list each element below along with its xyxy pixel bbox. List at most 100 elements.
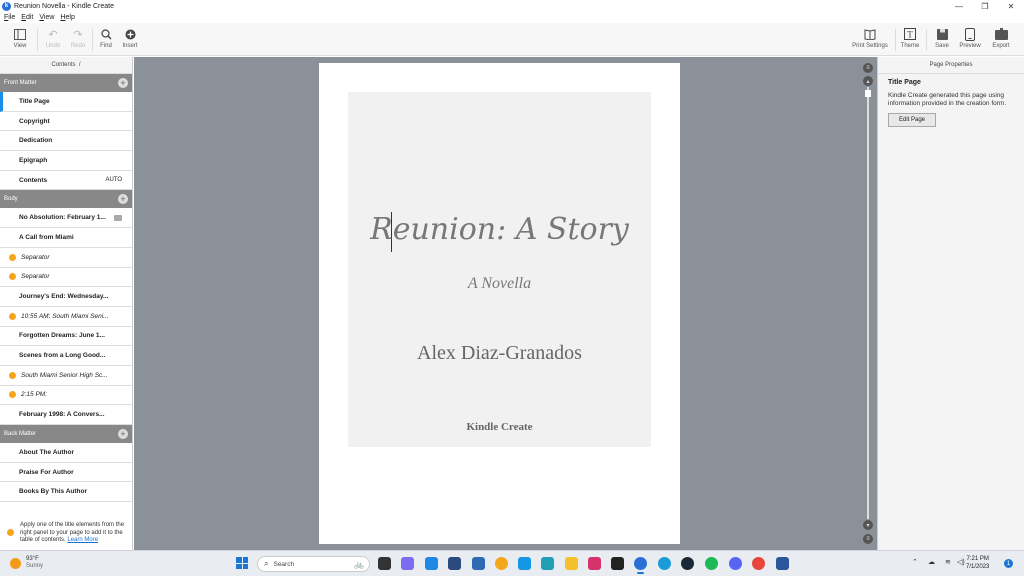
- plus-circle-icon: [125, 27, 136, 41]
- redo-icon: ↷: [73, 28, 83, 41]
- steam-icon[interactable]: [681, 557, 694, 570]
- instagram-icon[interactable]: [588, 557, 601, 570]
- edge-icon[interactable]: [658, 557, 671, 570]
- chrome-icon[interactable]: [752, 557, 765, 570]
- list-item-separator[interactable]: 2:15 PM:: [0, 386, 132, 406]
- list-item-title-page[interactable]: Title Page: [0, 92, 132, 112]
- list-item-praise[interactable]: Praise For Author: [0, 463, 132, 483]
- kindle-create-app-icon: k: [2, 1, 11, 11]
- book-page[interactable]: Reunion: A Story A Novella Alex Diaz-Gra…: [319, 63, 680, 544]
- insert-button[interactable]: Insert: [117, 27, 143, 49]
- scroll-top-icon[interactable]: ≡: [863, 63, 873, 73]
- list-item-separator[interactable]: Separator: [0, 268, 132, 288]
- body-header: Body +: [0, 190, 132, 209]
- app-icon[interactable]: [472, 557, 485, 570]
- minimize-button[interactable]: —: [946, 0, 972, 12]
- system-clock[interactable]: 7:21 PM 7/1/2023: [966, 555, 989, 571]
- redo-button[interactable]: ↷ Redo: [65, 27, 91, 50]
- toc-hint: Apply one of the title elements from the…: [0, 516, 133, 550]
- save-button[interactable]: Save: [929, 27, 955, 49]
- store-icon[interactable]: [448, 557, 461, 570]
- taskbar: 93°F Sunny ⌕ Search 🚲 ⌃ ☁ ≋ ◁) 7:21 PM 7…: [0, 550, 1024, 576]
- edit-page-button[interactable]: Edit Page: [888, 113, 936, 127]
- menu-bar: File Edit View Help: [0, 12, 1024, 23]
- export-button[interactable]: Export: [988, 27, 1014, 49]
- learn-more-link[interactable]: Learn More: [67, 537, 98, 543]
- volume-icon[interactable]: ◁): [957, 558, 965, 566]
- book-publisher[interactable]: Kindle Create: [348, 421, 651, 433]
- list-item-about-author[interactable]: About The Author: [0, 443, 132, 463]
- scroll-up-icon[interactable]: ▴: [863, 76, 873, 86]
- windows-start-icon[interactable]: [236, 557, 248, 569]
- chevron-up-icon[interactable]: ⌃: [912, 558, 918, 566]
- page-properties-header: Page Properties: [878, 57, 1024, 74]
- task-view-icon[interactable]: [378, 557, 391, 570]
- window-title: Reunion Novella - Kindle Create: [14, 2, 114, 10]
- list-item-separator[interactable]: 10:55 AM: South Miami Seni...: [0, 307, 132, 327]
- undo-button[interactable]: ↶ Undo: [40, 27, 66, 50]
- scroll-thumb[interactable]: [865, 90, 871, 97]
- list-item-chapter[interactable]: No Absolution: February 1...: [0, 208, 132, 229]
- book-title[interactable]: Reunion: A Story: [348, 212, 651, 247]
- list-item-chapter[interactable]: Scenes from a Long Good...: [0, 346, 132, 366]
- page-scrollbar[interactable]: ≡ ▴ ▾ ≡: [863, 63, 873, 547]
- list-item-contents[interactable]: Contents AUTO: [0, 171, 132, 191]
- svg-text:T: T: [907, 30, 913, 40]
- list-item-epigraph[interactable]: Epigraph: [0, 151, 132, 171]
- app-icon[interactable]: [518, 557, 531, 570]
- theme-button[interactable]: T Theme: [897, 27, 923, 49]
- teams-chat-icon[interactable]: [401, 557, 414, 570]
- find-button[interactable]: Find: [93, 27, 119, 49]
- save-icon: [936, 27, 948, 41]
- list-item-separator[interactable]: South Miami Senior High Sc...: [0, 366, 132, 386]
- list-item-chapter[interactable]: A Call from Miami: [0, 228, 132, 248]
- print-settings-button[interactable]: Print Settings: [848, 27, 892, 49]
- app-icon[interactable]: [611, 557, 624, 570]
- notification-badge[interactable]: 1: [1004, 559, 1013, 568]
- toolbar-divider: [37, 29, 38, 51]
- title-page-content[interactable]: Reunion: A Story A Novella Alex Diaz-Gra…: [348, 92, 651, 447]
- scroll-bottom-icon[interactable]: ≡: [863, 534, 873, 544]
- add-back-matter-icon[interactable]: +: [118, 429, 128, 439]
- spotify-icon[interactable]: [705, 557, 718, 570]
- maximize-button[interactable]: ❐: [972, 0, 998, 12]
- cloud-icon[interactable]: ☁: [928, 558, 935, 566]
- add-front-matter-icon[interactable]: +: [118, 78, 128, 88]
- file-explorer-icon[interactable]: [565, 557, 578, 570]
- view-icon: [14, 27, 26, 41]
- menu-edit[interactable]: Edit: [21, 14, 33, 21]
- app-icon[interactable]: [541, 557, 554, 570]
- menu-file[interactable]: File: [4, 14, 15, 21]
- wifi-icon[interactable]: ≋: [945, 558, 951, 566]
- edit-icon[interactable]: /: [79, 62, 81, 68]
- back-matter-header: Back Matter +: [0, 425, 132, 443]
- list-item-chapter[interactable]: February 1998: A Convers...: [0, 405, 132, 425]
- preview-button[interactable]: Preview: [957, 27, 983, 49]
- view-button[interactable]: View: [7, 27, 33, 49]
- word-icon[interactable]: [776, 557, 789, 570]
- weather-temp: 93°F: [26, 556, 39, 562]
- list-item-copyright[interactable]: Copyright: [0, 112, 132, 132]
- book-author[interactable]: Alex Diaz-Granados: [348, 342, 651, 365]
- kindle-create-taskbar-icon[interactable]: [634, 557, 647, 574]
- tablet-icon: [965, 27, 975, 41]
- scroll-track[interactable]: [867, 87, 869, 519]
- list-item-separator[interactable]: Separator: [0, 248, 132, 268]
- book-subtitle[interactable]: A Novella: [348, 275, 651, 293]
- list-item-chapter[interactable]: Journey's End: Wednesday...: [0, 287, 132, 307]
- taskbar-search[interactable]: ⌕ Search 🚲: [257, 556, 370, 572]
- properties-description: Kindle Create generated this page using …: [888, 92, 1007, 107]
- list-item-dedication[interactable]: Dedication: [0, 131, 132, 152]
- menu-view[interactable]: View: [39, 14, 54, 21]
- add-body-icon[interactable]: +: [118, 194, 128, 205]
- menu-help[interactable]: Help: [60, 14, 74, 21]
- app-icon[interactable]: [495, 557, 508, 570]
- scroll-down-icon[interactable]: ▾: [863, 520, 873, 530]
- close-button[interactable]: ✕: [998, 0, 1024, 12]
- list-item-chapter[interactable]: Forgotten Dreams: June 1...: [0, 327, 132, 347]
- weather-widget[interactable]: 93°F Sunny: [10, 556, 43, 570]
- app-l-icon[interactable]: [425, 557, 438, 570]
- front-matter-header: Front Matter +: [0, 74, 132, 92]
- discord-icon[interactable]: [729, 557, 742, 570]
- list-item-books-by-author[interactable]: Books By This Author: [0, 482, 132, 503]
